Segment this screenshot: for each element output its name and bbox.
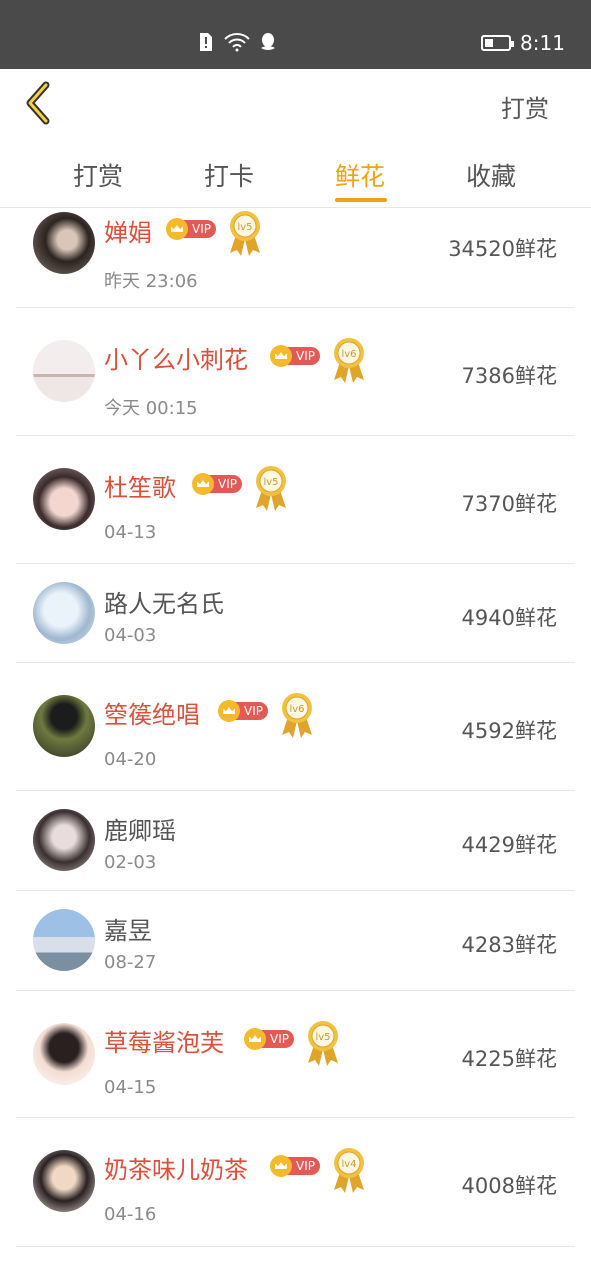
user-name[interactable]: 奶茶味儿奶茶 bbox=[104, 1150, 248, 1185]
level-label: lv4 bbox=[341, 1159, 356, 1170]
user-name[interactable]: 鹿卿瑶 bbox=[104, 811, 176, 846]
timestamp: 04-13 bbox=[104, 522, 157, 543]
level-label: lv6 bbox=[341, 349, 356, 360]
flower-count: 7386鲜花 bbox=[461, 364, 557, 388]
user-name[interactable]: 婵娟 bbox=[104, 213, 152, 248]
tab-reward[interactable]: 打赏 bbox=[73, 157, 123, 193]
active-tab-indicator bbox=[335, 198, 387, 202]
flower-count: 4592鲜花 bbox=[461, 719, 557, 743]
vip-badge: VIP bbox=[192, 473, 242, 495]
tab-bar: 打赏 打卡 鲜花 收藏 bbox=[0, 139, 591, 208]
level-medal-icon: lv5 bbox=[256, 466, 286, 511]
top-bar: 打赏 bbox=[0, 69, 591, 139]
timestamp: 今天 00:15 bbox=[104, 398, 198, 419]
battery-icon bbox=[481, 35, 514, 51]
avatar[interactable] bbox=[33, 695, 95, 757]
level-medal-icon: lv6 bbox=[282, 693, 312, 738]
crown-icon bbox=[270, 345, 292, 367]
level-label: lv6 bbox=[289, 704, 304, 715]
back-arrow-icon[interactable] bbox=[20, 81, 60, 125]
list-item[interactable]: 鹿卿瑶 02-03 4429鲜花 bbox=[16, 791, 575, 891]
crown-icon bbox=[166, 218, 188, 240]
sim-alert-icon bbox=[200, 33, 212, 51]
level-medal-icon: lv6 bbox=[334, 338, 364, 383]
list-item[interactable]: 草莓酱泡芙 VIP lv5 04-15 4225鲜花 bbox=[16, 991, 575, 1118]
level-medal-icon: lv5 bbox=[308, 1021, 338, 1066]
list-item[interactable]: 箜篌绝唱 VIP lv6 04-20 4592鲜花 bbox=[16, 663, 575, 791]
tab-checkin[interactable]: 打卡 bbox=[204, 157, 254, 193]
crown-icon bbox=[192, 473, 214, 495]
avatar[interactable] bbox=[33, 1150, 95, 1212]
flower-count: 4940鲜花 bbox=[461, 606, 557, 630]
timestamp: 04-20 bbox=[104, 749, 157, 770]
flower-count: 4008鲜花 bbox=[461, 1174, 557, 1198]
avatar[interactable] bbox=[33, 212, 95, 274]
list-item[interactable]: 嘉昱 08-27 4283鲜花 bbox=[16, 891, 575, 991]
clock: 8:11 bbox=[520, 31, 565, 55]
flower-count: 4429鲜花 bbox=[461, 833, 557, 857]
flower-count: 7370鲜花 bbox=[461, 492, 557, 516]
avatar[interactable] bbox=[33, 468, 95, 530]
timestamp: 02-03 bbox=[104, 852, 157, 873]
tab-flowers[interactable]: 鲜花 bbox=[335, 157, 385, 193]
level-medal-icon: lv4 bbox=[334, 1148, 364, 1193]
user-name[interactable]: 箜篌绝唱 bbox=[104, 695, 200, 730]
crown-icon bbox=[270, 1155, 292, 1177]
timestamp: 08-27 bbox=[104, 952, 157, 973]
vip-badge: VIP bbox=[270, 1155, 320, 1177]
list-item[interactable]: 小丫么小刺花 VIP lv6 今天 00:15 7386鲜花 bbox=[16, 308, 575, 436]
timestamp: 04-16 bbox=[104, 1204, 157, 1225]
vip-badge: VIP bbox=[270, 345, 320, 367]
vip-badge: VIP bbox=[244, 1028, 294, 1050]
status-icons bbox=[196, 32, 278, 52]
timestamp: 昨天 23:06 bbox=[104, 271, 198, 292]
timestamp: 04-15 bbox=[104, 1077, 157, 1098]
user-name[interactable]: 路人无名氏 bbox=[104, 584, 224, 619]
status-bar: 8:11 bbox=[0, 0, 591, 69]
vip-badge: VIP bbox=[166, 218, 216, 240]
user-name[interactable]: 小丫么小刺花 bbox=[104, 340, 248, 375]
wifi-icon bbox=[224, 33, 250, 52]
avatar[interactable] bbox=[33, 340, 95, 402]
level-label: lv5 bbox=[263, 477, 278, 488]
qq-icon bbox=[261, 33, 275, 50]
avatar[interactable] bbox=[33, 582, 95, 644]
flower-count: 34520鲜花 bbox=[448, 237, 557, 261]
list-item[interactable]: 杜笙歌 VIP lv5 04-13 7370鲜花 bbox=[16, 436, 575, 564]
avatar[interactable] bbox=[33, 909, 95, 971]
flower-count: 4225鲜花 bbox=[461, 1047, 557, 1071]
vip-badge: VIP bbox=[218, 700, 268, 722]
user-name[interactable]: 嘉昱 bbox=[104, 911, 152, 946]
avatar[interactable] bbox=[33, 809, 95, 871]
level-label: lv5 bbox=[315, 1032, 330, 1043]
crown-icon bbox=[218, 700, 240, 722]
list-item[interactable]: 奶茶味儿奶茶 VIP lv4 04-16 4008鲜花 bbox=[16, 1118, 575, 1247]
reward-button[interactable]: 打赏 bbox=[501, 89, 549, 124]
user-name[interactable]: 杜笙歌 bbox=[104, 468, 176, 503]
level-label: lv5 bbox=[237, 222, 252, 233]
timestamp: 04-03 bbox=[104, 625, 157, 646]
tab-favorites[interactable]: 收藏 bbox=[466, 157, 516, 193]
flower-count: 4283鲜花 bbox=[461, 933, 557, 957]
list-item[interactable]: 路人无名氏 04-03 4940鲜花 bbox=[16, 564, 575, 663]
crown-icon bbox=[244, 1028, 266, 1050]
ranking-list: 婵娟 VIP lv5 昨天 23:06 34520鲜花小丫么小刺花 VIP lv6 今天 00… bbox=[16, 207, 575, 1247]
list-item[interactable]: 婵娟 VIP lv5 昨天 23:06 34520鲜花 bbox=[16, 207, 575, 308]
avatar[interactable] bbox=[33, 1023, 95, 1085]
level-medal-icon: lv5 bbox=[230, 211, 260, 256]
user-name[interactable]: 草莓酱泡芙 bbox=[104, 1023, 224, 1058]
